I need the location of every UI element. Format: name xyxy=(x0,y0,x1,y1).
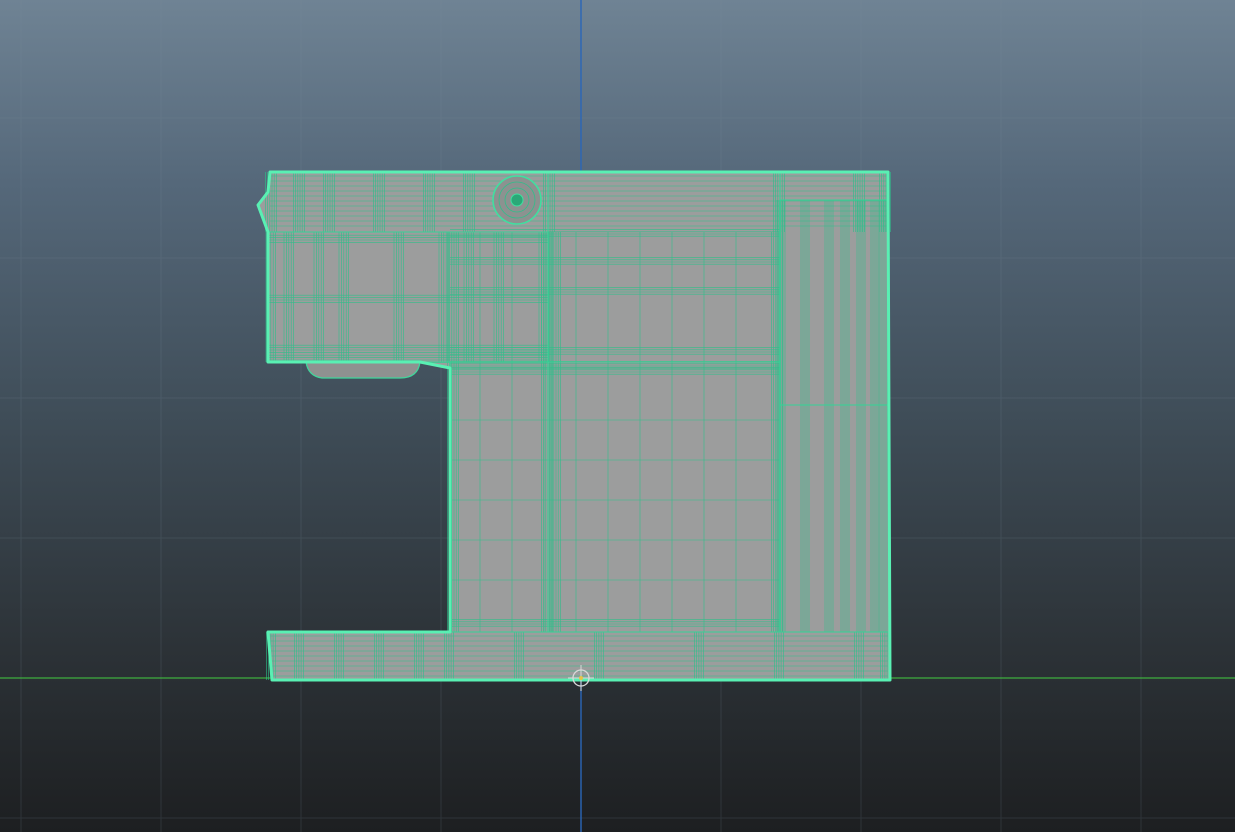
viewport-canvas[interactable] xyxy=(0,0,1235,832)
mesh-body-silhouette[interactable] xyxy=(258,172,890,680)
mesh-spout-underside xyxy=(305,361,421,379)
coffee-machine-mesh[interactable] xyxy=(256,170,892,682)
3d-viewport[interactable] xyxy=(0,0,1235,832)
knob-component xyxy=(492,175,542,225)
